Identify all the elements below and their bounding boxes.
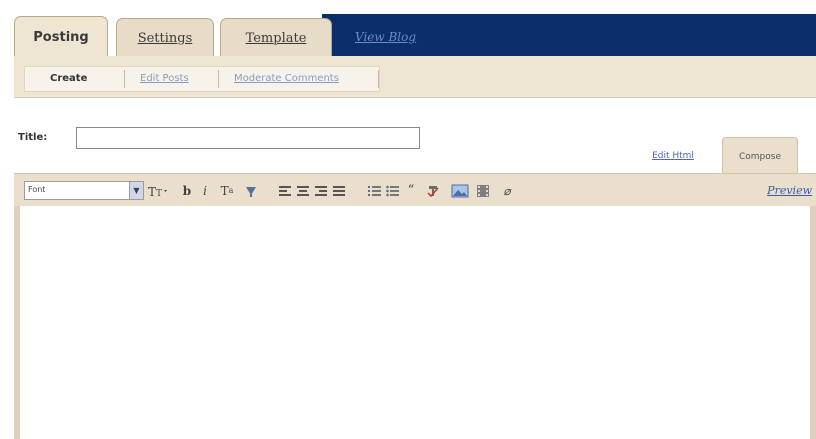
link-icon[interactable] [242, 182, 260, 199]
font-select[interactable]: Font ▼ [24, 181, 144, 200]
align-right-icon[interactable] [312, 182, 330, 199]
spellcheck-icon[interactable] [424, 182, 442, 199]
edit-html-label: Edit Html [652, 151, 694, 161]
align-left-icon[interactable] [276, 182, 294, 199]
text-color-icon[interactable]: Ta [218, 182, 236, 199]
tab-posting-label: Posting [33, 30, 89, 45]
subnav-divider [378, 70, 379, 88]
subnav-divider [124, 70, 125, 88]
top-bar: Posting Settings Template View Blog [0, 0, 816, 58]
font-select-value: Font [28, 185, 46, 194]
editor-toolbar: Font ▼ TT b i Ta “ ⌀ Preview [14, 173, 816, 206]
tab-settings-label: Settings [137, 31, 193, 46]
svg-text:T: T [148, 185, 156, 198]
title-input[interactable] [76, 127, 420, 149]
post-body-editor[interactable] [14, 206, 816, 439]
italic-icon[interactable]: i [196, 182, 214, 199]
bullet-list-icon[interactable] [384, 182, 402, 199]
align-center-icon[interactable] [294, 182, 312, 199]
tab-template-label: Template [245, 31, 307, 46]
subnav-divider [218, 70, 219, 88]
blockquote-icon[interactable]: “ [402, 182, 420, 199]
subnav-moderate-comments[interactable]: Moderate Comments [234, 73, 339, 84]
edit-html-tab[interactable]: Edit Html [630, 142, 716, 170]
compose-label: Compose [738, 151, 781, 162]
image-icon[interactable] [450, 182, 470, 199]
subnav-edit-posts[interactable]: Edit Posts [140, 73, 189, 84]
sub-navigation: Create Edit Posts Moderate Comments [14, 56, 816, 98]
numbered-list-icon[interactable] [366, 182, 384, 199]
chevron-down-icon[interactable]: ▼ [129, 182, 143, 199]
bold-icon[interactable]: b [178, 182, 196, 199]
preview-link[interactable]: Preview [767, 184, 812, 197]
text-size-icon[interactable]: TT [146, 182, 172, 199]
remove-format-icon[interactable]: ⌀ [498, 182, 516, 199]
tab-template[interactable]: Template [220, 18, 332, 58]
video-icon[interactable] [474, 182, 492, 199]
compose-tab[interactable]: Compose [722, 137, 798, 175]
tab-settings[interactable]: Settings [116, 18, 214, 58]
title-label: Title: [18, 132, 48, 143]
subnav-create[interactable]: Create [50, 73, 87, 84]
svg-text:T: T [156, 189, 162, 198]
view-blog-link[interactable]: View Blog [355, 30, 416, 44]
justify-icon[interactable] [330, 182, 348, 199]
tab-posting[interactable]: Posting [14, 16, 108, 58]
